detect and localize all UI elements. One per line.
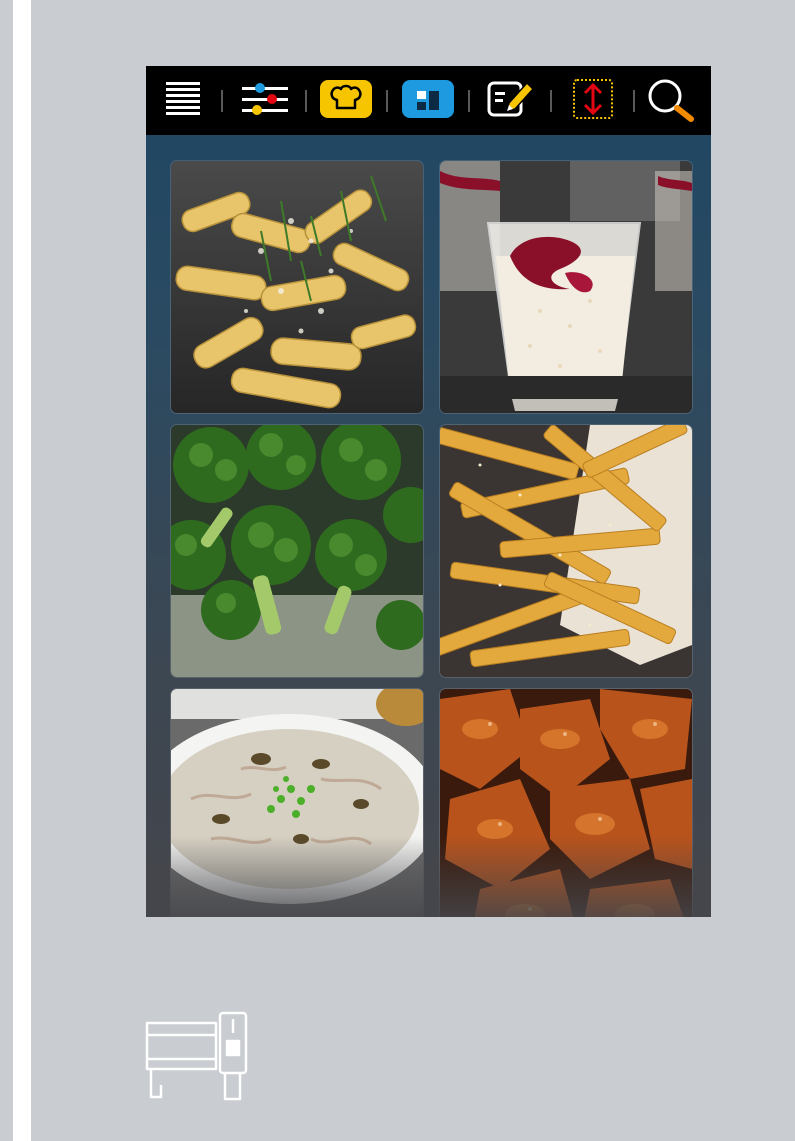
penne-pasta-image	[171, 161, 423, 413]
cream-soup-image	[171, 689, 423, 917]
edit-button[interactable]	[483, 77, 537, 123]
layout-button[interactable]	[401, 77, 455, 123]
settings-sliders-icon	[242, 83, 288, 115]
layout-grid-icon	[402, 80, 454, 118]
soup-tile[interactable]	[171, 689, 423, 917]
toolbar-separator	[468, 90, 470, 112]
chef-hat-icon	[320, 80, 372, 118]
left-border-band	[13, 0, 31, 1141]
search-icon	[648, 79, 694, 122]
pasta-tile[interactable]	[171, 161, 423, 413]
toolbar-separator	[221, 90, 223, 112]
glazed-chicken-image	[440, 689, 692, 917]
menu-button[interactable]	[156, 77, 210, 123]
cream-dessert-image	[440, 161, 692, 413]
dessert-tile[interactable]	[440, 161, 692, 413]
edit-icon	[487, 81, 535, 117]
fries-tile[interactable]	[440, 425, 692, 677]
scroll-height-icon	[573, 79, 613, 119]
toolbar	[146, 66, 711, 135]
toolbar-separator	[305, 90, 307, 112]
broccoli-tile[interactable]	[171, 425, 423, 677]
scroll-button[interactable]	[566, 77, 620, 123]
chicken-tile[interactable]	[440, 689, 692, 917]
appliance-icon	[144, 1011, 250, 1110]
toolbar-separator	[550, 90, 552, 112]
broccoli-image	[171, 425, 423, 677]
search-button[interactable]	[646, 77, 700, 123]
cooking-modes-button[interactable]	[319, 77, 373, 123]
toolbar-separator	[633, 90, 635, 112]
device-screen	[146, 66, 711, 917]
menu-icon	[166, 82, 200, 115]
toolbar-separator	[386, 90, 388, 112]
french-fries-image	[440, 425, 692, 677]
settings-button[interactable]	[238, 77, 292, 123]
